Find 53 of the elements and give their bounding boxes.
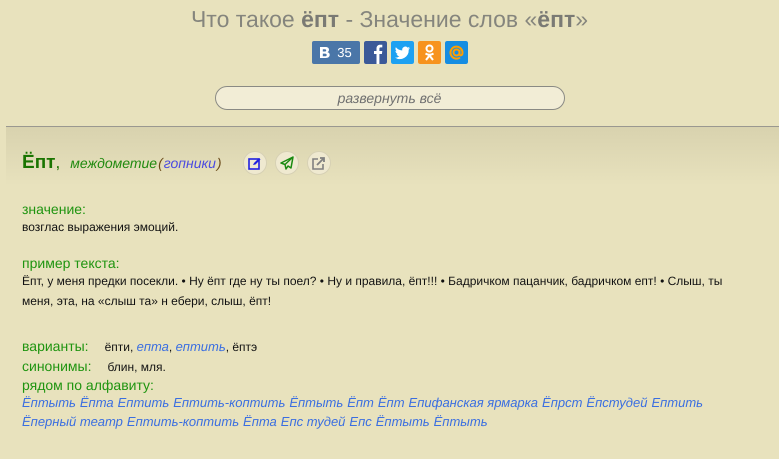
nearby-word-link[interactable]: Ептить-коптить [126,412,240,431]
edit-icon [248,156,262,170]
section-label: рядом по алфавиту: [22,377,155,393]
variant-link[interactable]: епта [136,339,169,354]
nearby-word-link[interactable]: Ептить [118,393,170,412]
nearby-word-link[interactable]: Ёпта [243,412,277,431]
external-link-icon [312,156,326,170]
section-label: пример текста: [22,255,121,271]
synonyms-text: блин, мля. [107,359,166,376]
nearby-word-link[interactable]: Епифанская ярмарка [408,393,538,412]
facebook-share-icon[interactable] [364,41,386,64]
variant-text: ёптэ [232,340,258,354]
section-label: значение: [22,201,87,217]
synonyms-label: синонимы: [22,357,92,376]
expand-all-button[interactable]: развернуть всё [214,86,564,110]
nearby-word-link[interactable]: Ёптыть [289,393,344,412]
headword: Ёпт [22,152,56,174]
nearby-word-link[interactable]: Ёптыть [434,412,488,431]
nearby-word-link[interactable]: Епс тудей [280,412,346,431]
send-button[interactable] [274,151,299,175]
parenthesis: ( [158,155,163,171]
variant-text: ёпти [104,340,130,354]
comma: , [226,340,230,354]
twitter-share-icon[interactable] [390,41,414,64]
part-of-speech: междометие [70,155,158,171]
comma: , [130,340,134,354]
nearby-word-link[interactable]: Ёпрст [542,393,582,412]
odnoklassniki-share-icon[interactable] [418,41,440,64]
variant-link[interactable]: ептить [176,339,226,354]
comma: , [56,153,60,173]
nearby-word-link[interactable]: Ептить-коптить [173,393,286,412]
nearby-word-link[interactable]: Ёпстудей [586,393,648,412]
variants-label: варианты: [22,337,89,356]
nearby-word-link[interactable]: Епс [349,412,372,431]
comma: , [168,340,174,354]
share-link-button[interactable] [306,151,331,175]
nearby-word-link[interactable]: Ёпт [347,393,374,412]
nearby-word-link[interactable]: Ёпта [80,393,114,412]
nearby-word-link[interactable]: Ёпт [378,393,405,412]
nearby-word-link[interactable]: Ёптыть [22,393,76,412]
page-title: Что такое ёпт - Значение слов «ёпт» [190,6,588,33]
paper-plane-icon [280,156,294,170]
domain-link[interactable]: гопники [164,155,216,171]
nearby-word-link[interactable]: Ептить [651,393,703,412]
nearby-word-link[interactable]: Ёптыть [376,412,430,431]
mail-share-icon[interactable] [444,41,468,64]
vk-logo-icon [319,46,332,59]
vk-share-button[interactable]: 35 [312,41,360,64]
parenthesis: ) [216,155,222,171]
edit-button[interactable] [242,151,267,175]
nearby-word-link[interactable]: Ёперный театр [22,412,123,431]
example-text: Ёпт, у меня предки посекли. • Ну ёпт где ну ты поел? • Ну и правила, ёпт!!! • Бадричком пацанчик, бадричком епт! • Слыш, ты меня, эта, на «слыш та» н ебери, слыш, ёпт! [22,273,724,310]
meaning-text: возглас выражения эмоций. [22,219,180,236]
